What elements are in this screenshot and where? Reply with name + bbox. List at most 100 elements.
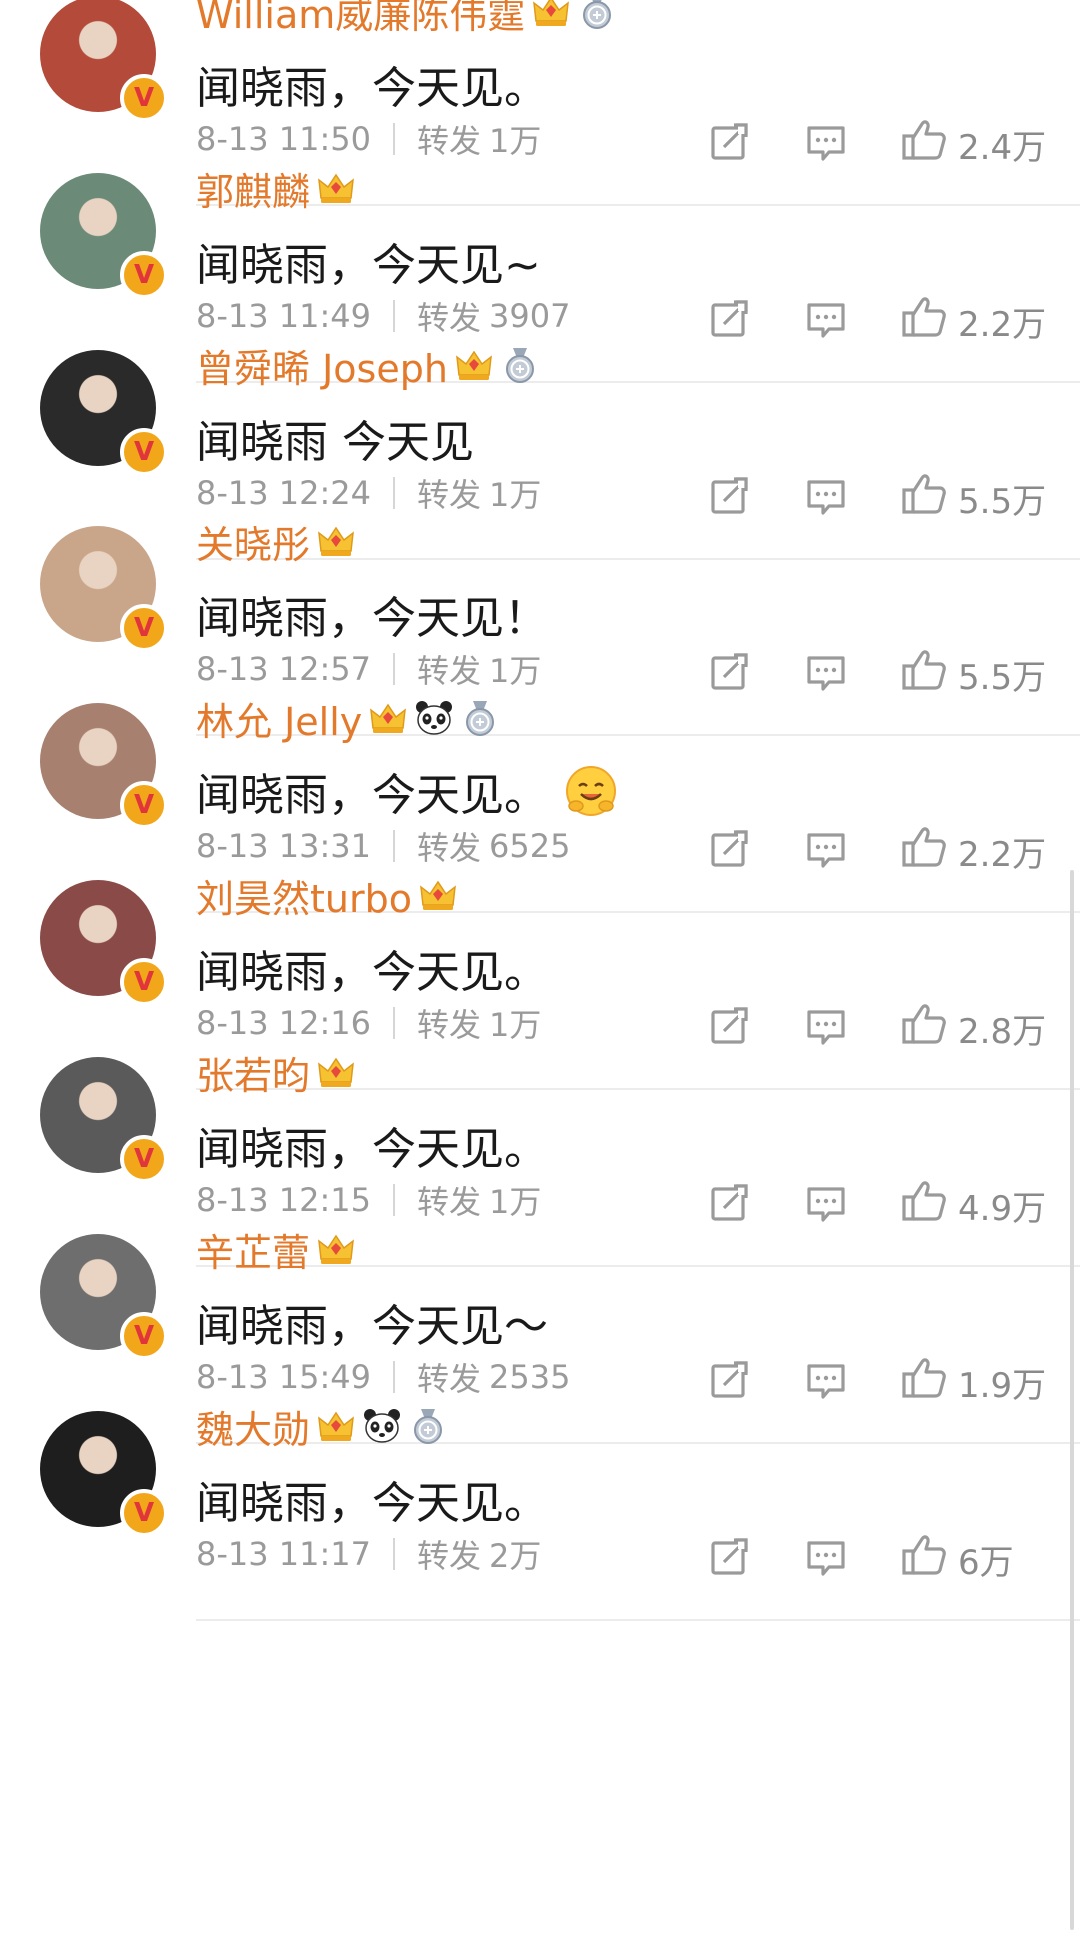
share-icon[interactable] bbox=[708, 650, 752, 694]
share-icon[interactable] bbox=[708, 1358, 752, 1402]
crown-badge-icon bbox=[420, 880, 456, 910]
comment-text-content: 闻晓雨，今天见。 bbox=[196, 1124, 548, 1175]
like-icon[interactable] bbox=[900, 470, 948, 518]
post-time: 8-13 11:50 bbox=[196, 120, 372, 158]
comment-item: V 魏大勋 闻晓雨，今天见。 8-13 11:17 转发 2万 6万 bbox=[0, 1403, 1080, 1621]
user-name[interactable]: 关晓彤 bbox=[196, 514, 310, 569]
user-name[interactable]: 林允 Jelly bbox=[196, 691, 362, 746]
like-count: 2.4万 bbox=[958, 128, 1047, 168]
share-icon[interactable] bbox=[708, 120, 752, 164]
user-name[interactable]: William威廉陈伟霆 bbox=[196, 0, 525, 39]
crown-badge-icon bbox=[533, 0, 570, 26]
like-icon[interactable] bbox=[900, 823, 948, 871]
post-time: 8-13 12:57 bbox=[196, 650, 372, 688]
comment-list: V William威廉陈伟霆 闻晓雨，今天见。 8-13 11:50 转发 1万 bbox=[0, 0, 1080, 1940]
name-row: 关晓彤 bbox=[196, 514, 356, 569]
repost-count: 1万 bbox=[489, 122, 542, 160]
comment-text: 闻晓雨，今天见！ bbox=[196, 582, 548, 646]
comment-icon[interactable] bbox=[804, 1358, 848, 1402]
meta-divider bbox=[393, 477, 396, 509]
comment-meta: 8-13 12:15 转发 1万 bbox=[196, 1177, 541, 1223]
name-row: 辛芷蕾 bbox=[196, 1222, 356, 1277]
crown-badge-icon bbox=[318, 1234, 354, 1264]
user-name[interactable]: 辛芷蕾 bbox=[196, 1222, 310, 1277]
comment-text-content: 闻晓雨，今天见。 bbox=[196, 1478, 548, 1529]
crown-badge-icon bbox=[318, 1411, 354, 1441]
meta-divider bbox=[393, 300, 396, 332]
like-icon[interactable] bbox=[900, 116, 948, 164]
name-row: 刘昊然turbo bbox=[196, 868, 458, 923]
repost-label: 转发 bbox=[417, 122, 482, 160]
comment-text: 闻晓雨，今天见。 bbox=[196, 1467, 548, 1531]
like-icon[interactable] bbox=[900, 1177, 948, 1225]
comment-icon[interactable] bbox=[804, 1004, 848, 1048]
repost-label: 转发 bbox=[417, 1183, 482, 1221]
comment-icon[interactable] bbox=[804, 1181, 848, 1225]
like-count: 4.9万 bbox=[958, 1189, 1047, 1229]
meta-divider bbox=[393, 1007, 396, 1039]
meta-divider bbox=[393, 123, 396, 155]
like-icon[interactable] bbox=[900, 1000, 948, 1048]
repost-label: 转发 bbox=[417, 1537, 482, 1575]
user-name[interactable]: 张若昀 bbox=[196, 1045, 310, 1100]
post-time: 8-13 11:49 bbox=[196, 297, 372, 335]
name-row: 林允 Jelly bbox=[196, 691, 500, 746]
comment-icon[interactable] bbox=[804, 1535, 848, 1579]
verified-v-icon: V bbox=[120, 1135, 168, 1183]
hug-emoji bbox=[566, 766, 616, 816]
like-icon[interactable] bbox=[900, 1354, 948, 1402]
divider bbox=[196, 1619, 1080, 1621]
user-name[interactable]: 刘昊然turbo bbox=[196, 868, 412, 923]
comment-icon[interactable] bbox=[804, 120, 848, 164]
share-icon[interactable] bbox=[708, 1535, 752, 1579]
comment-text-content: 闻晓雨，今天见！ bbox=[196, 593, 548, 644]
verified-v-icon: V bbox=[120, 604, 168, 652]
meta-divider bbox=[393, 1184, 396, 1216]
verified-v-icon: V bbox=[120, 428, 168, 476]
comment-meta: 8-13 12:57 转发 1万 bbox=[196, 646, 541, 692]
crown-badge-icon bbox=[370, 703, 407, 733]
comment-icon[interactable] bbox=[804, 650, 848, 694]
like-icon[interactable] bbox=[900, 293, 948, 341]
share-icon[interactable] bbox=[708, 1181, 752, 1225]
comment-text: 闻晓雨，今天见。 bbox=[196, 759, 618, 823]
like-icon[interactable] bbox=[900, 646, 948, 694]
verified-v-icon: V bbox=[120, 781, 168, 829]
name-row: 郭麒麟 bbox=[196, 161, 356, 216]
share-icon[interactable] bbox=[708, 1004, 752, 1048]
post-time: 8-13 12:24 bbox=[196, 474, 372, 512]
comment-meta: 8-13 11:17 转发 2万 bbox=[196, 1531, 541, 1577]
comment-icon[interactable] bbox=[804, 827, 848, 871]
comment-meta: 8-13 13:31 转发 6525 bbox=[196, 823, 570, 869]
repost-count: 6525 bbox=[489, 827, 571, 865]
user-name[interactable]: 曾舜晞 Joseph bbox=[196, 338, 448, 393]
repost-count: 2535 bbox=[489, 1358, 571, 1396]
share-icon[interactable] bbox=[708, 297, 752, 341]
share-icon[interactable] bbox=[708, 474, 752, 518]
like-icon[interactable] bbox=[900, 1531, 948, 1579]
medal-badge-icon bbox=[505, 348, 534, 383]
post-time: 8-13 13:31 bbox=[196, 827, 372, 865]
comment-meta: 8-13 12:16 转发 1万 bbox=[196, 1000, 541, 1046]
comment-text-content: 闻晓雨，今天见。 bbox=[196, 63, 548, 114]
medal-badge-icon bbox=[466, 701, 495, 736]
comment-text-content: 闻晓雨，今天见。 bbox=[196, 770, 548, 821]
like-count: 2.2万 bbox=[958, 305, 1047, 345]
meta-divider bbox=[393, 1361, 396, 1393]
comment-icon[interactable] bbox=[804, 297, 848, 341]
share-icon[interactable] bbox=[708, 827, 752, 871]
scrollbar[interactable] bbox=[1070, 870, 1074, 1930]
comment-text-content: 闻晓雨，今天见~ bbox=[196, 240, 541, 291]
user-name[interactable]: 郭麒麟 bbox=[196, 161, 310, 216]
comment-text: 闻晓雨 今天见 bbox=[196, 406, 474, 470]
repost-count: 1万 bbox=[489, 1006, 542, 1044]
comment-icon[interactable] bbox=[804, 474, 848, 518]
repost-count: 2万 bbox=[489, 1537, 542, 1575]
user-name[interactable]: 魏大勋 bbox=[196, 1399, 310, 1454]
crown-badge-icon bbox=[318, 173, 354, 203]
name-row: William威廉陈伟霆 bbox=[196, 0, 617, 39]
comment-text-content: 闻晓雨 今天见 bbox=[196, 417, 474, 468]
post-time: 8-13 12:15 bbox=[196, 1181, 372, 1219]
repost-label: 转发 bbox=[417, 299, 482, 337]
comment-text: 闻晓雨，今天见~ bbox=[196, 229, 541, 293]
